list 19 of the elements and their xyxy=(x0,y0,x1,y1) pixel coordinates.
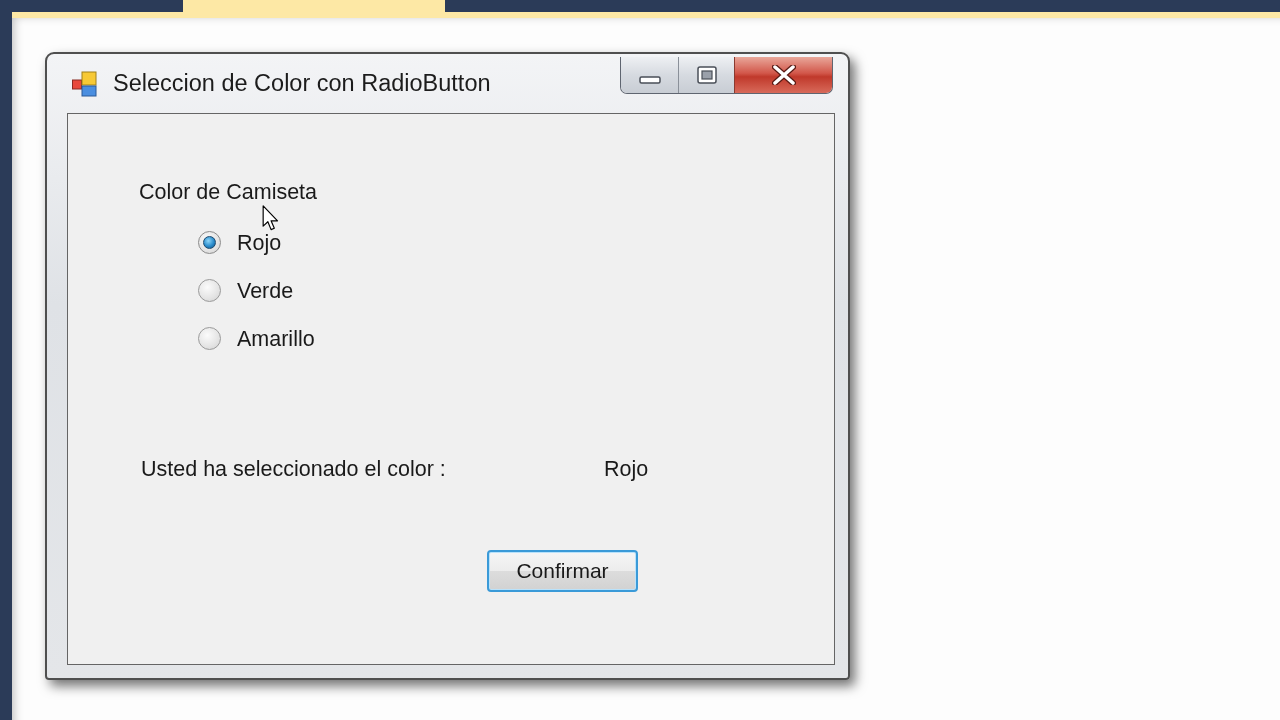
radio-label[interactable]: Rojo xyxy=(237,231,282,255)
radio-button[interactable] xyxy=(198,327,221,350)
confirm-button[interactable]: Confirmar xyxy=(487,550,638,592)
group-label: Color de Camiseta xyxy=(139,180,318,204)
window-title: Seleccion de Color con RadioButton xyxy=(113,70,491,97)
mouse-pointer-icon xyxy=(262,205,279,232)
radio-button[interactable] xyxy=(198,231,221,254)
radio-label[interactable]: Verde xyxy=(237,279,294,303)
minimize-icon xyxy=(638,76,661,84)
close-icon xyxy=(771,65,796,85)
maximize-icon xyxy=(696,66,717,84)
maximize-button[interactable] xyxy=(679,57,735,93)
result-label: Usted ha seleccionado el color : xyxy=(141,457,447,481)
radio-button[interactable] xyxy=(198,279,221,302)
result-value: Rojo xyxy=(604,457,649,481)
app-icon xyxy=(72,70,98,97)
radio-label[interactable]: Amarillo xyxy=(237,327,315,351)
close-button[interactable] xyxy=(735,57,832,93)
minimize-button[interactable] xyxy=(621,57,679,93)
